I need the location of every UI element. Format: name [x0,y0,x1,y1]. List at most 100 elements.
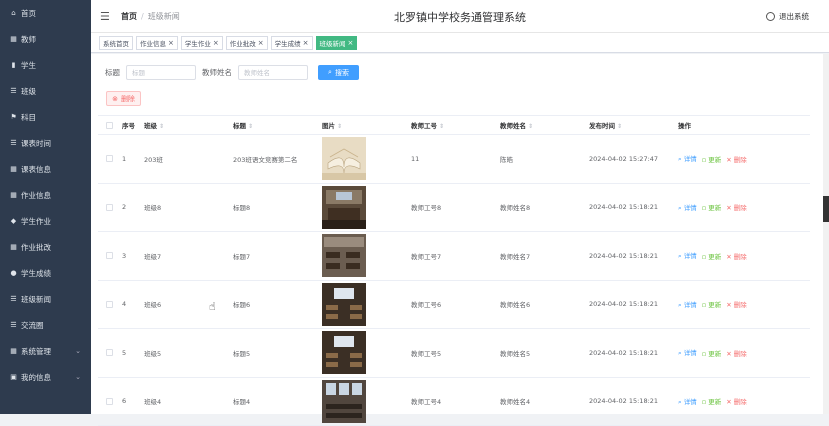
sidebar-item-0[interactable]: ⌂首页 [0,0,91,26]
cell-actions: ⌕ 详情 ▫ 更新 ✕ 删除 [674,396,805,407]
sidebar-item-12[interactable]: ☰交流圈 [0,312,91,338]
sidebar-item-4[interactable]: ⚑科目 [0,104,91,130]
sidebar-item-3[interactable]: ☰班级 [0,78,91,104]
delete-button[interactable]: ✕ 删除 [726,299,747,309]
cell-image [318,186,407,229]
news-thumbnail[interactable] [322,380,407,423]
row-select-cell [98,204,118,211]
breadcrumb: 首页/班级新闻 [121,11,180,22]
sidebar-item-5[interactable]: ☰课表时间 [0,130,91,156]
tab-4[interactable]: 学生成绩× [271,36,313,50]
edit-button[interactable]: ▫ 更新 [702,202,721,212]
column-header-1[interactable]: 班级⇕ [140,120,229,130]
edit-button[interactable]: ▫ 更新 [702,251,721,261]
sidebar-item-label: 课表时间 [21,138,51,149]
edit-button[interactable]: ▫ 更新 [702,396,721,406]
sort-icon[interactable]: ⇕ [159,123,164,130]
breadcrumb-home[interactable]: 首页 [121,12,137,21]
sidebar-item-9[interactable]: ▦作业批改 [0,234,91,260]
news-thumbnail[interactable] [322,331,407,374]
cell-publish-time: 2024-04-02 15:18:21 [585,300,674,308]
close-icon[interactable]: × [303,39,309,47]
tab-1[interactable]: 作业信息× [136,36,178,50]
close-icon[interactable]: × [348,39,354,47]
tab-0[interactable]: 系统首页 [99,36,133,50]
sidebar-item-label: 作业批改 [21,242,51,253]
detail-button[interactable]: ⌕ 详情 [678,153,697,164]
menu-toggle-icon[interactable]: ☰ [100,10,110,23]
delete-button[interactable]: ✕ 删除 [726,348,747,358]
tab-label: 学生作业 [185,38,211,48]
tab-5[interactable]: 班级新闻× [316,36,358,50]
sidebar-item-label: 作业信息 [21,190,51,201]
detail-label: 详情 [684,252,697,260]
scrollbar-track[interactable] [823,54,829,414]
detail-button[interactable]: ⌕ 详情 [678,396,697,407]
row-checkbox[interactable] [106,349,113,356]
sidebar-item-14[interactable]: ▣我的信息⌄ [0,364,91,390]
power-icon [766,12,775,21]
column-header-3[interactable]: 图片⇕ [318,120,407,130]
delete-button[interactable]: ✕ 删除 [726,154,747,164]
edit-button[interactable]: ▫ 更新 [702,299,721,309]
delete-button[interactable]: ✕ 删除 [726,251,747,261]
sidebar-item-7[interactable]: ▦作业信息 [0,182,91,208]
sidebar-item-1[interactable]: ▦教师 [0,26,91,52]
column-header-6[interactable]: 发布时间⇕ [585,120,674,130]
tab-2[interactable]: 学生作业× [181,36,223,50]
sidebar-item-13[interactable]: ▦系统管理⌄ [0,338,91,364]
news-thumbnail[interactable] [322,137,407,180]
sort-icon[interactable]: ⇕ [439,123,444,130]
sidebar-item-2[interactable]: ▮学生 [0,52,91,78]
sidebar-item-11[interactable]: ☰班级新闻 [0,286,91,312]
edit-button[interactable]: ▫ 更新 [702,348,721,358]
row-checkbox[interactable] [106,252,113,259]
close-icon[interactable]: × [168,39,174,47]
column-header-label: 序号 [122,122,135,130]
edit-button[interactable]: ▫ 更新 [702,154,721,164]
sidebar-item-6[interactable]: ▦课表信息 [0,156,91,182]
cell-actions: ⌕ 详情 ▫ 更新 ✕ 删除 [674,299,805,310]
delete-button[interactable]: ✕ 删除 [726,202,747,212]
news-thumbnail[interactable] [322,283,407,326]
sort-icon[interactable]: ⇕ [248,123,253,130]
row-checkbox[interactable] [106,204,113,211]
row-checkbox[interactable] [106,301,113,308]
row-checkbox[interactable] [106,155,113,162]
news-thumbnail[interactable] [322,186,407,229]
sort-icon[interactable]: ⇕ [617,123,622,130]
news-thumbnail[interactable] [322,234,407,277]
sidebar-item-8[interactable]: ◆学生作业 [0,208,91,234]
column-header-5[interactable]: 教师姓名⇕ [496,120,585,130]
tab-3[interactable]: 作业批改× [226,36,268,50]
column-header-2[interactable]: 标题⇕ [229,120,318,130]
search-button[interactable]: ⌕ 搜索 [318,65,359,80]
detail-button[interactable]: ⌕ 详情 [678,347,697,358]
detail-button[interactable]: ⌕ 详情 [678,299,697,310]
detail-button[interactable]: ⌕ 详情 [678,250,697,261]
home-icon: ⌂ [9,9,18,18]
delete-button[interactable]: ✕ 删除 [726,396,747,406]
detail-button[interactable]: ⌕ 详情 [678,202,697,213]
cell-teacher-name: 教师姓名6 [496,299,585,309]
close-icon[interactable]: × [213,39,219,47]
teacher-name-search-input[interactable] [238,65,308,80]
close-icon[interactable]: × [258,39,264,47]
sort-icon[interactable]: ⇕ [528,123,533,130]
column-header-4[interactable]: 教师工号⇕ [407,120,496,130]
sort-icon[interactable]: ⇕ [337,123,342,130]
sidebar-item-10[interactable]: ●学生成绩 [0,260,91,286]
row-checkbox[interactable] [106,398,113,405]
tab-label: 系统首页 [103,38,129,48]
select-all-checkbox[interactable] [106,122,113,129]
batch-delete-button[interactable]: ⊗ 删除 [106,91,141,106]
delete-label: 删除 [734,398,747,406]
search-form: 标题 教师姓名 ⌕ 搜索 [105,65,359,80]
title-search-input[interactable] [126,65,196,80]
table-row: 6 班级4 标题4 教师工号4 教师姓名4 2024-04-02 15:18:2… [98,378,810,426]
scrollbar-thumb[interactable] [823,196,829,222]
edit-icon: ▫ [702,253,706,261]
logout-button[interactable]: 退出系统 [766,11,809,22]
list-icon: ☰ [9,87,18,96]
delete-label: 删除 [734,350,747,358]
